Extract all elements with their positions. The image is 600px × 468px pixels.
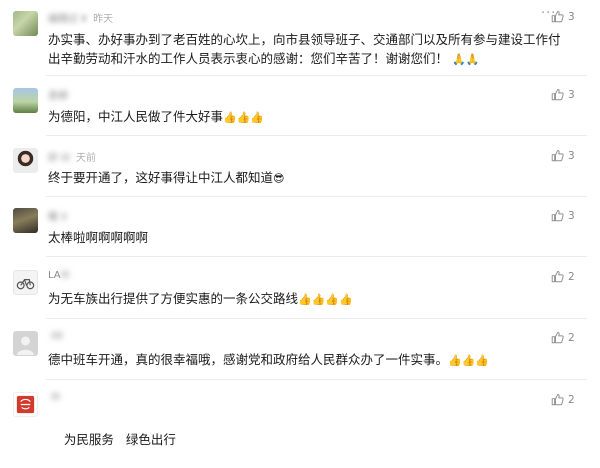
comment-meta: ꓲꓲꓲ <box>51 392 60 403</box>
bicycle-icon <box>16 279 35 290</box>
commenter-name[interactable]: 息柳 <box>48 91 68 102</box>
commenter-name[interactable]: 编辑过 <box>48 14 78 25</box>
emoji: 👍👍👍 <box>223 111 265 124</box>
like-count: 3 <box>568 150 575 162</box>
like-icon[interactable] <box>551 393 564 406</box>
comment-meta: 暖 ꓲꓲ <box>48 212 67 223</box>
comment-meta: LAꓲꓲꓲ <box>48 270 70 281</box>
divider <box>46 379 587 380</box>
divider <box>46 135 587 136</box>
like-count: 2 <box>568 394 575 406</box>
avatar[interactable] <box>13 331 38 356</box>
divider <box>46 196 587 197</box>
emoji: 😎 <box>273 172 285 185</box>
emoji: 👍👍👍👍 <box>298 293 353 306</box>
divider <box>46 256 587 257</box>
like-count: 2 <box>568 271 575 283</box>
comment-meta: 息柳 <box>48 87 71 102</box>
like-icon[interactable] <box>551 88 564 101</box>
like-icon[interactable] <box>551 209 564 222</box>
comment-meta: 编辑过 ꓲꓲ 昨天 <box>48 14 114 25</box>
emoji: 🙏🙏 <box>452 53 480 66</box>
comment-text: 德中班车开通，真的很幸福哦，感谢党和政府给人民群众办了一件实事。👍👍👍 <box>48 352 490 367</box>
like-icon[interactable] <box>551 331 564 344</box>
avatar[interactable] <box>13 392 38 417</box>
commenter-name[interactable]: 好 <box>48 153 58 164</box>
comment-text: 办实事、办好事办到了老百姓的心坎上，向市县领导班子、交通部门以及所有参与建设工作… <box>48 32 561 66</box>
comment-text: 为德阳，中江人民做了件大好事👍👍👍 <box>48 109 265 124</box>
like-count: 3 <box>568 11 575 23</box>
avatar[interactable] <box>13 88 38 113</box>
avatar[interactable] <box>13 11 38 36</box>
comment-time: 昨天 <box>93 14 114 25</box>
default-avatar-icon <box>17 336 34 355</box>
like-icon[interactable] <box>551 149 564 162</box>
logo-icon <box>16 395 35 414</box>
like-count: 3 <box>568 210 575 222</box>
avatar[interactable] <box>13 270 38 295</box>
comment-text: 为民服务 绿色出行 <box>63 432 176 447</box>
divider <box>46 75 587 76</box>
like-icon[interactable] <box>551 270 564 283</box>
commenter-name[interactable]: 暖 <box>48 212 58 223</box>
comment-text: 终于要开通了，这好事得让中江人都知道😎 <box>48 170 285 185</box>
comment-text: 太棒啦啊啊啊啊啊 <box>48 230 149 245</box>
comment-meta: 好 ꓲꓲꓲ 天前 <box>48 153 97 164</box>
emoji: 👍👍👍 <box>448 354 490 367</box>
divider <box>46 318 587 319</box>
comment-meta: ꓲꓲꓲꓲ <box>51 331 63 342</box>
comment-time: 天前 <box>76 153 97 164</box>
avatar[interactable] <box>13 148 38 173</box>
avatar[interactable] <box>13 208 38 233</box>
commenter-name[interactable]: LA <box>48 270 61 281</box>
like-icon[interactable] <box>551 10 564 23</box>
like-count: 2 <box>568 332 575 344</box>
comment-text: 为无车族出行提供了方便实惠的一条公交路线👍👍👍👍 <box>48 291 353 306</box>
like-count: 3 <box>568 89 575 101</box>
